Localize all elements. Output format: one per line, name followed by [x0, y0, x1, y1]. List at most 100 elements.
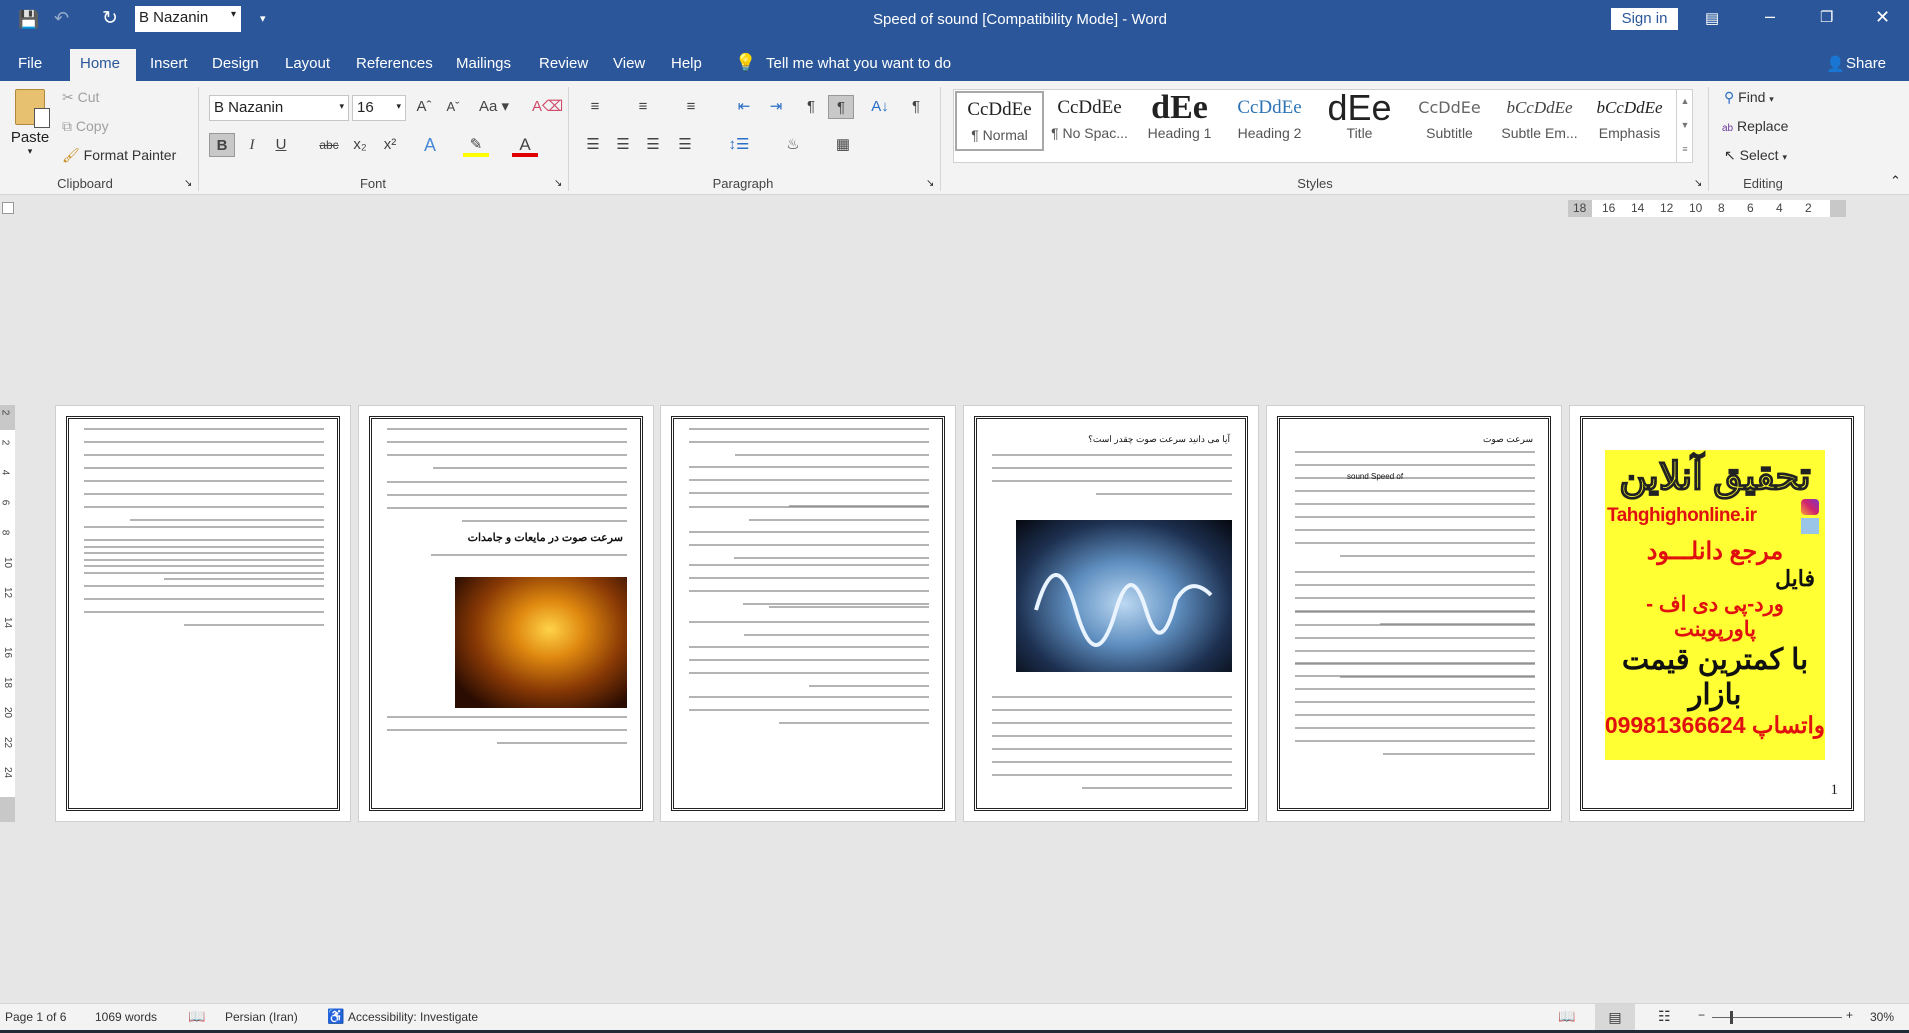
sign-in-button[interactable]: Sign in [1611, 8, 1678, 30]
tab-design[interactable]: Design [202, 49, 269, 81]
cut-button[interactable]: ✂ Cut [62, 89, 99, 106]
qat-font-select[interactable]: B Nazanin ▾ [135, 6, 241, 32]
font-launcher-icon[interactable]: ↘ [554, 178, 562, 189]
text-line [387, 507, 627, 509]
find-button[interactable]: ⚲ Find ▾ [1724, 89, 1774, 106]
styles-scroll[interactable]: ▲ ▼ ≡ [1676, 89, 1693, 163]
vertical-ruler[interactable]: 2 2 4 6 8 10 12 14 16 18 20 22 24 [0, 405, 15, 822]
select-button[interactable]: ↖ Select ▾ [1724, 147, 1787, 164]
word-count[interactable]: 1069 words [95, 1010, 157, 1024]
page-count[interactable]: Page 1 of 6 [5, 1010, 66, 1024]
italic-button[interactable]: I [239, 133, 265, 157]
style-title[interactable]: dEe Title [1315, 91, 1404, 151]
bold-button[interactable]: B [209, 133, 235, 157]
horizontal-ruler[interactable]: 18 16 14 12 10 8 6 4 2 [1568, 200, 1846, 217]
minimize-icon[interactable]: – [1765, 6, 1775, 27]
align-left-button[interactable]: ☰ [580, 133, 606, 157]
sort-button[interactable]: A↓ [867, 95, 893, 119]
text-line [1295, 727, 1535, 729]
ltr-button[interactable]: ¶ [798, 95, 824, 119]
save-icon[interactable]: 💾 [18, 10, 39, 30]
bullets-button[interactable]: ≡ [582, 95, 608, 119]
share-button[interactable]: Share [1836, 49, 1896, 81]
page-6[interactable] [55, 405, 351, 822]
language-indicator[interactable]: Persian (Iran) [225, 1010, 298, 1024]
style-emphasis[interactable]: bCcDdEe Emphasis [1585, 91, 1674, 151]
decrease-indent-button[interactable]: ⇤ [731, 95, 757, 119]
zoom-level[interactable]: 30% [1870, 1010, 1894, 1024]
zoom-slider[interactable] [1712, 1011, 1842, 1024]
justify-button[interactable]: ☰ [672, 133, 698, 157]
collapse-ribbon-icon[interactable]: ⌃ [1890, 173, 1901, 189]
copy-button[interactable]: ⧉ Copy [62, 118, 109, 135]
tab-mailings[interactable]: Mailings [446, 49, 521, 81]
styles-launcher-icon[interactable]: ↘ [1694, 178, 1702, 189]
rtl-button[interactable]: ¶ [828, 95, 854, 119]
tab-home[interactable]: Home [70, 49, 136, 81]
style-no-spac[interactable]: CcDdEe ¶ No Spac... [1045, 91, 1134, 151]
style-subtle-em[interactable]: bCcDdEe Subtle Em... [1495, 91, 1584, 151]
subscript-button[interactable]: x₂ [347, 133, 373, 157]
numbering-button[interactable]: ≡ [630, 95, 656, 119]
ribbon-display-options-icon[interactable]: ▤ [1705, 9, 1719, 27]
shrink-font-button[interactable]: Aˇ [440, 95, 466, 119]
tab-layout[interactable]: Layout [275, 49, 340, 81]
grow-font-button[interactable]: Aˆ [411, 95, 437, 119]
tab-help[interactable]: Help [661, 49, 712, 81]
highlight-color-button[interactable]: ✎ [463, 133, 489, 157]
page-2[interactable]: سرعت صوت sound Speed of [1266, 405, 1562, 822]
font-size-select[interactable]: 16 ▾ [352, 95, 406, 121]
style-subtitle[interactable]: CcDdEe Subtitle [1405, 91, 1494, 151]
undo-icon[interactable]: ↶ [54, 8, 69, 29]
restore-icon[interactable]: ❐ [1820, 8, 1833, 26]
tab-references[interactable]: References [346, 49, 443, 81]
text-line [1295, 714, 1535, 716]
replace-button[interactable]: ab Replace [1722, 118, 1788, 134]
clipboard-launcher-icon[interactable]: ↘ [184, 178, 192, 189]
page-5[interactable]: سرعت صوت در مایعات و جامدات [358, 405, 654, 822]
tab-insert[interactable]: Insert [140, 49, 198, 81]
text-line [1295, 451, 1535, 453]
strikethrough-button[interactable]: abc [316, 133, 342, 157]
print-layout-icon[interactable]: ▤ [1595, 1004, 1635, 1030]
font-color-button[interactable]: A [512, 133, 538, 157]
superscript-button[interactable]: x² [377, 133, 403, 157]
change-case-button[interactable]: Aa ▾ [476, 95, 512, 119]
text-effects-button[interactable]: A [417, 133, 443, 157]
tab-file[interactable]: File [8, 49, 52, 81]
tell-me-search[interactable]: Tell me what you want to do [756, 49, 961, 81]
show-formatting-button[interactable]: ¶ [903, 95, 929, 119]
web-layout-icon[interactable]: ☷ [1658, 1008, 1671, 1025]
paragraph-launcher-icon[interactable]: ↘ [926, 178, 934, 189]
zoom-out-button[interactable]: − [1698, 1008, 1705, 1022]
style-heading-1[interactable]: dEe Heading 1 [1135, 91, 1224, 151]
customize-qat-icon[interactable]: ▾ [260, 12, 266, 25]
accessibility-status[interactable]: Accessibility: Investigate [348, 1010, 478, 1024]
redo-icon[interactable]: ↻ [102, 7, 118, 30]
tab-selector[interactable] [2, 202, 14, 214]
shading-button[interactable]: ♨ [780, 133, 806, 157]
page-3[interactable]: آیا می دانید سرعت صوت چقدر است؟ [963, 405, 1259, 822]
line-spacing-button[interactable]: ↕☰ [726, 133, 752, 157]
multilevel-list-button[interactable]: ≡ [678, 95, 704, 119]
borders-button[interactable]: ▦ [830, 133, 856, 157]
paste-button[interactable]: Paste ▾ [8, 89, 52, 169]
underline-button[interactable]: U [268, 133, 294, 157]
align-right-button[interactable]: ☰ [640, 133, 666, 157]
text-line [992, 748, 1232, 750]
tab-view[interactable]: View [603, 49, 655, 81]
read-mode-icon[interactable]: 📖 [1558, 1008, 1575, 1025]
font-name-select[interactable]: B Nazanin ▾ [209, 95, 349, 121]
tab-review[interactable]: Review [529, 49, 598, 81]
clear-formatting-button[interactable]: A⌫ [532, 95, 563, 119]
zoom-in-button[interactable]: + [1846, 1008, 1853, 1022]
align-center-button[interactable]: ☰ [610, 133, 636, 157]
page-1[interactable]: تحقیق آنلاین Tahghighonline.ir مرجع دانل… [1569, 405, 1865, 822]
close-icon[interactable]: ✕ [1875, 7, 1890, 28]
style-heading-2[interactable]: CcDdEe Heading 2 [1225, 91, 1314, 151]
page-4[interactable] [660, 405, 956, 822]
format-painter-button[interactable]: 🖌 Format Painter [62, 147, 176, 164]
style-normal[interactable]: CcDdEe ¶ Normal [955, 91, 1044, 151]
proofing-icon[interactable]: 📖 [188, 1008, 205, 1025]
increase-indent-button[interactable]: ⇥ [763, 95, 789, 119]
